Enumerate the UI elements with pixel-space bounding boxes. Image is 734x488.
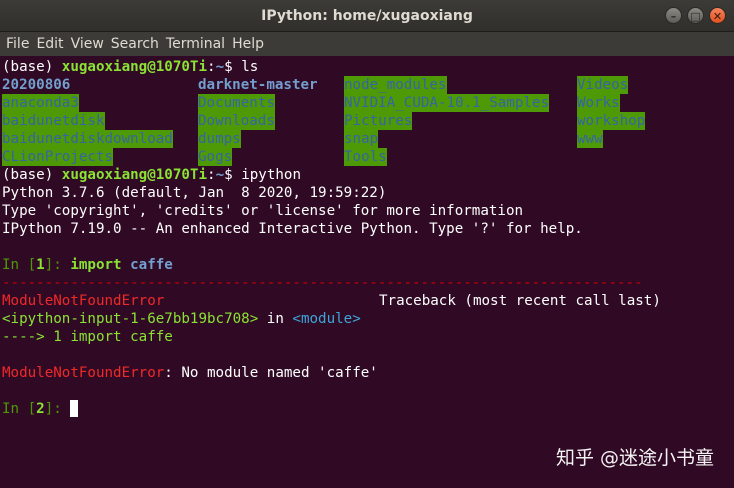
prompt-line: (base) xugaoxiang@1070Ti:~$ ls <box>2 58 734 76</box>
ls-entry: Videos <box>577 76 629 94</box>
ls-entry: Downloads <box>198 112 275 130</box>
ls-entry: anaconda3 <box>2 94 79 112</box>
close-button[interactable]: ✕ <box>709 7 726 24</box>
ls-entry: node_modules <box>344 76 447 94</box>
banner-line: IPython 7.19.0 -- An enhanced Interactiv… <box>2 221 583 237</box>
keyword: import <box>70 257 122 273</box>
error-message-line: ModuleNotFoundError: No module named 'ca… <box>2 364 734 382</box>
minimize-button[interactable]: – <box>665 7 682 24</box>
ls-entry: snap <box>344 130 379 148</box>
ipython-input-2[interactable]: In [2]: <box>2 400 734 418</box>
traceback-header: ModuleNotFoundError Traceback (most recen… <box>2 292 734 310</box>
traceback-label: Traceback (most recent call last) <box>379 293 661 309</box>
ls-entry: workshop <box>577 112 646 130</box>
watermark: 知乎 @迷途小书童 <box>555 447 714 469</box>
menubar: File Edit View Search Terminal Help <box>0 32 734 56</box>
error-message: : No module named 'caffe' <box>164 365 378 381</box>
input-ref: <ipython-input-1-6e7bb19bc708> <box>2 311 259 327</box>
prompt-path: ~ <box>215 59 225 75</box>
ls-entry: dumps <box>198 130 241 148</box>
terminal-output[interactable]: (base) xugaoxiang@1070Ti:~$ ls 20200806 … <box>0 56 734 488</box>
module-name: caffe <box>130 257 173 273</box>
prompt-user: xugaoxiang@1070Ti <box>61 59 208 75</box>
ls-entry: Tools <box>344 148 387 166</box>
prompt-path: ~ <box>215 167 225 183</box>
ls-entry: 20200806 <box>2 77 71 93</box>
menu-edit[interactable]: Edit <box>36 36 70 52</box>
ls-entry: Pictures <box>344 112 413 130</box>
menu-help[interactable]: Help <box>232 36 271 52</box>
ls-entry: NVIDIA_CUDA-10.1_Samples <box>344 94 549 112</box>
banner-line: Type 'copyright', 'credits' or 'license'… <box>2 203 524 219</box>
traceback-code-line: ----> 1 import caffe <box>2 328 734 346</box>
ls-entry: baidunetdisk <box>2 112 105 130</box>
ls-entry: Gogs <box>198 148 233 166</box>
prompt-command: $ ipython <box>224 167 301 183</box>
traceback-separator: ----------------------------------------… <box>2 275 643 291</box>
prompt-user: xugaoxiang@1070Ti <box>61 167 208 183</box>
conda-env: (base) <box>2 167 62 183</box>
arrow-line: ----> 1 import caffe <box>2 329 173 345</box>
ls-entry: Documents <box>198 94 275 112</box>
ls-entry: baidunetdiskdownload <box>2 130 173 148</box>
conda-env: (base) <box>2 59 62 75</box>
window-titlebar: IPython: home/xugaoxiang – □ ✕ <box>0 0 734 32</box>
prompt-line: (base) xugaoxiang@1070Ti:~$ ipython <box>2 166 734 184</box>
menu-view[interactable]: View <box>71 36 111 52</box>
prompt-sep: : <box>207 59 216 75</box>
ls-output: 20200806 darknet-master node_modules Vid… <box>2 76 734 166</box>
in-prompt: In [ <box>2 401 37 417</box>
in-number: 1 <box>36 257 45 273</box>
menu-search[interactable]: Search <box>111 36 166 52</box>
prompt-command: $ ls <box>224 59 259 75</box>
banner-line: Python 3.7.6 (default, Jan 8 2020, 19:59… <box>2 185 387 201</box>
menu-terminal[interactable]: Terminal <box>166 36 232 52</box>
text-cursor <box>70 400 79 417</box>
traceback-location: <ipython-input-1-6e7bb19bc708> in <modul… <box>2 310 734 328</box>
module-ref: <module> <box>292 311 361 327</box>
ls-entry: www <box>577 130 603 148</box>
error-name: ModuleNotFoundError <box>2 365 165 381</box>
window-title: IPython: home/xugaoxiang <box>261 7 473 24</box>
in-prompt-close: ]: <box>44 257 71 273</box>
menu-file[interactable]: File <box>6 36 36 52</box>
in-prompt: In [ <box>2 257 37 273</box>
in-word: in <box>258 311 293 327</box>
error-name: ModuleNotFoundError <box>2 293 165 309</box>
ls-entry: Works <box>577 94 620 112</box>
ipython-input-1: In [1]: import caffe <box>2 256 734 274</box>
window-controls: – □ ✕ <box>665 7 726 24</box>
prompt-sep: : <box>207 167 216 183</box>
in-number: 2 <box>36 401 45 417</box>
ls-entry: darknet-master <box>198 77 318 93</box>
maximize-button[interactable]: □ <box>687 7 704 24</box>
in-prompt-close: ]: <box>44 401 71 417</box>
ls-entry: CLionProjects <box>2 148 114 166</box>
